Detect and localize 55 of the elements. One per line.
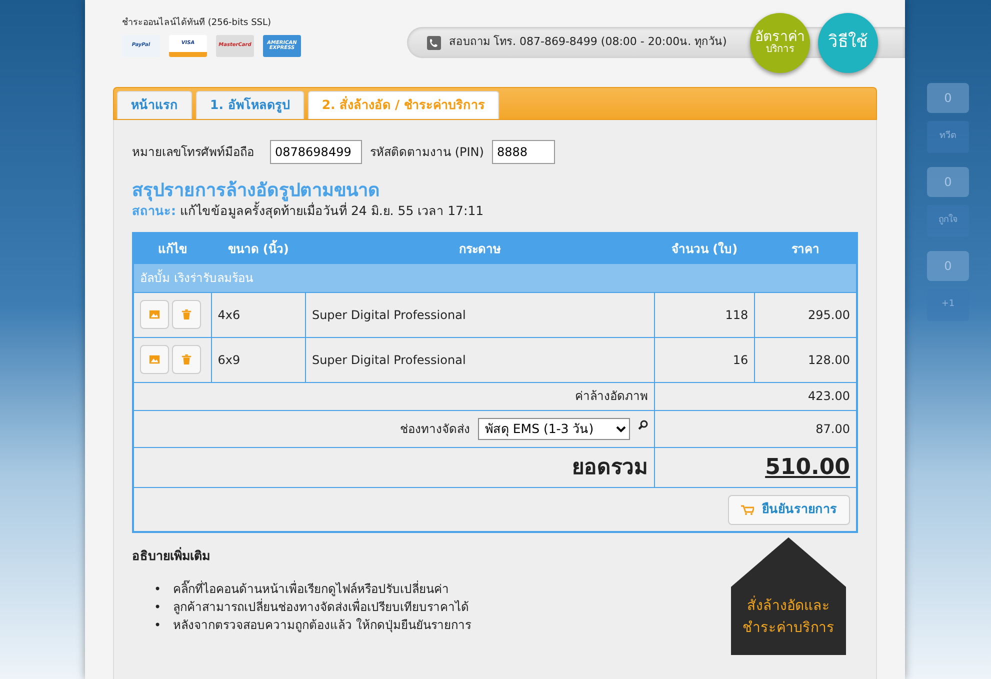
total-value: 510.00 xyxy=(765,454,850,480)
tag-link[interactable]: อัตราค่า บริการ xyxy=(750,13,810,73)
bullet-icon: • xyxy=(154,616,162,634)
status-text: สถานะ: แก้ไขข้อมูลครั้งสุดท้ายเมื่อวันที่ 24 มิ.ย. 55 เวลา 17:11 xyxy=(132,202,485,220)
table-cell: 118 xyxy=(654,292,755,338)
delete-button[interactable] xyxy=(172,345,201,374)
column-header: กระดาษ xyxy=(305,233,654,264)
summary-title: สรุปรายการล้างอัดรูปตามขนาด xyxy=(132,180,381,202)
note-item: คลิ๊กที่ไอคอนด้านหน้าเพื่อเรียกดูไฟล์หรือปรับเปลี่ยนค่า xyxy=(173,580,450,598)
view-image-button[interactable] xyxy=(140,300,169,330)
table-cell: Super Digital Professional xyxy=(305,292,654,338)
note-item: ลูกค้าสามารถเปลี่ยนช่องทางจัดส่งเพื่อเปรียบเทียบราคาได้ xyxy=(173,598,470,616)
pin-field[interactable]: 8888 xyxy=(492,140,555,164)
share-count: 0 xyxy=(927,251,969,281)
bullet-icon: • xyxy=(154,580,162,598)
phone-icon xyxy=(427,36,441,50)
phone-field[interactable]: 0878698499 xyxy=(270,140,362,164)
zoom-icon[interactable] xyxy=(638,420,648,430)
order-badge: สั่งล้างอัดและ ชำระค่าบริการ xyxy=(731,537,846,656)
tab[interactable]: 1. อัพโหลดรูป xyxy=(196,91,304,119)
payment-note: ชำระออนไลน์ได้ทันที (256-bits SSL) xyxy=(122,17,272,30)
image-icon xyxy=(149,309,160,320)
column-header: แก้ไข xyxy=(133,233,212,264)
image-icon xyxy=(149,354,160,366)
total-label: ยอดรวม xyxy=(572,454,648,479)
share-count: 0 xyxy=(927,83,969,113)
table-cell: 6x9 xyxy=(211,337,306,382)
contact-text: สอบถาม โทร. 087-869-8499 (08:00 - 20:00น. ทุกวัน) xyxy=(449,34,727,50)
column-header: ขนาด (นิ้ว) xyxy=(211,233,306,264)
bullet-icon: • xyxy=(154,598,162,616)
field-label: รหัสติดตามงาน (PIN) xyxy=(370,144,484,161)
album-group-row: อัลบั้ม เริงร่ารับลมร้อน xyxy=(133,263,857,292)
trash-icon xyxy=(181,354,192,366)
column-header: จำนวน (ใบ) xyxy=(654,233,755,264)
share-button[interactable]: ถูกใจ xyxy=(927,205,969,237)
trash-icon xyxy=(181,309,192,320)
subtotal-label: ค่าล้างอัดภาพ xyxy=(133,382,654,410)
shipping-label: ช่องทางจัดส่ง xyxy=(400,420,470,438)
field-label: หมายเลขโทรศัพท์มือถือ xyxy=(132,144,254,161)
share-button[interactable]: ทวีต xyxy=(927,121,969,153)
tag-link[interactable]: วิธีใช้ xyxy=(818,13,878,73)
tab[interactable]: หน้าแรก xyxy=(117,91,192,119)
view-image-button[interactable] xyxy=(140,345,169,374)
shipping-select[interactable]: พัสดุ EMS (1-3 วัน) xyxy=(478,418,630,440)
note-item: หลังจากตรวจสอบความถูกต้องแล้ว ให้กดปุ่มยืนยันรายการ xyxy=(173,617,471,634)
share-count: 0 xyxy=(927,167,969,197)
cart-icon xyxy=(741,504,754,515)
table-cell: Super Digital Professional xyxy=(305,337,654,382)
delete-button[interactable] xyxy=(172,300,201,330)
confirm-button[interactable]: ยืนยันรายการ xyxy=(728,494,850,525)
column-header: ราคา xyxy=(754,233,857,264)
table-cell: 4x6 xyxy=(211,292,306,338)
notes-title: อธิบายเพิ่มเติม xyxy=(132,547,211,566)
tab[interactable]: 2. สั่งล้างอัด / ชำระค่าบริการ xyxy=(308,91,499,119)
table-cell: 16 xyxy=(654,337,755,382)
